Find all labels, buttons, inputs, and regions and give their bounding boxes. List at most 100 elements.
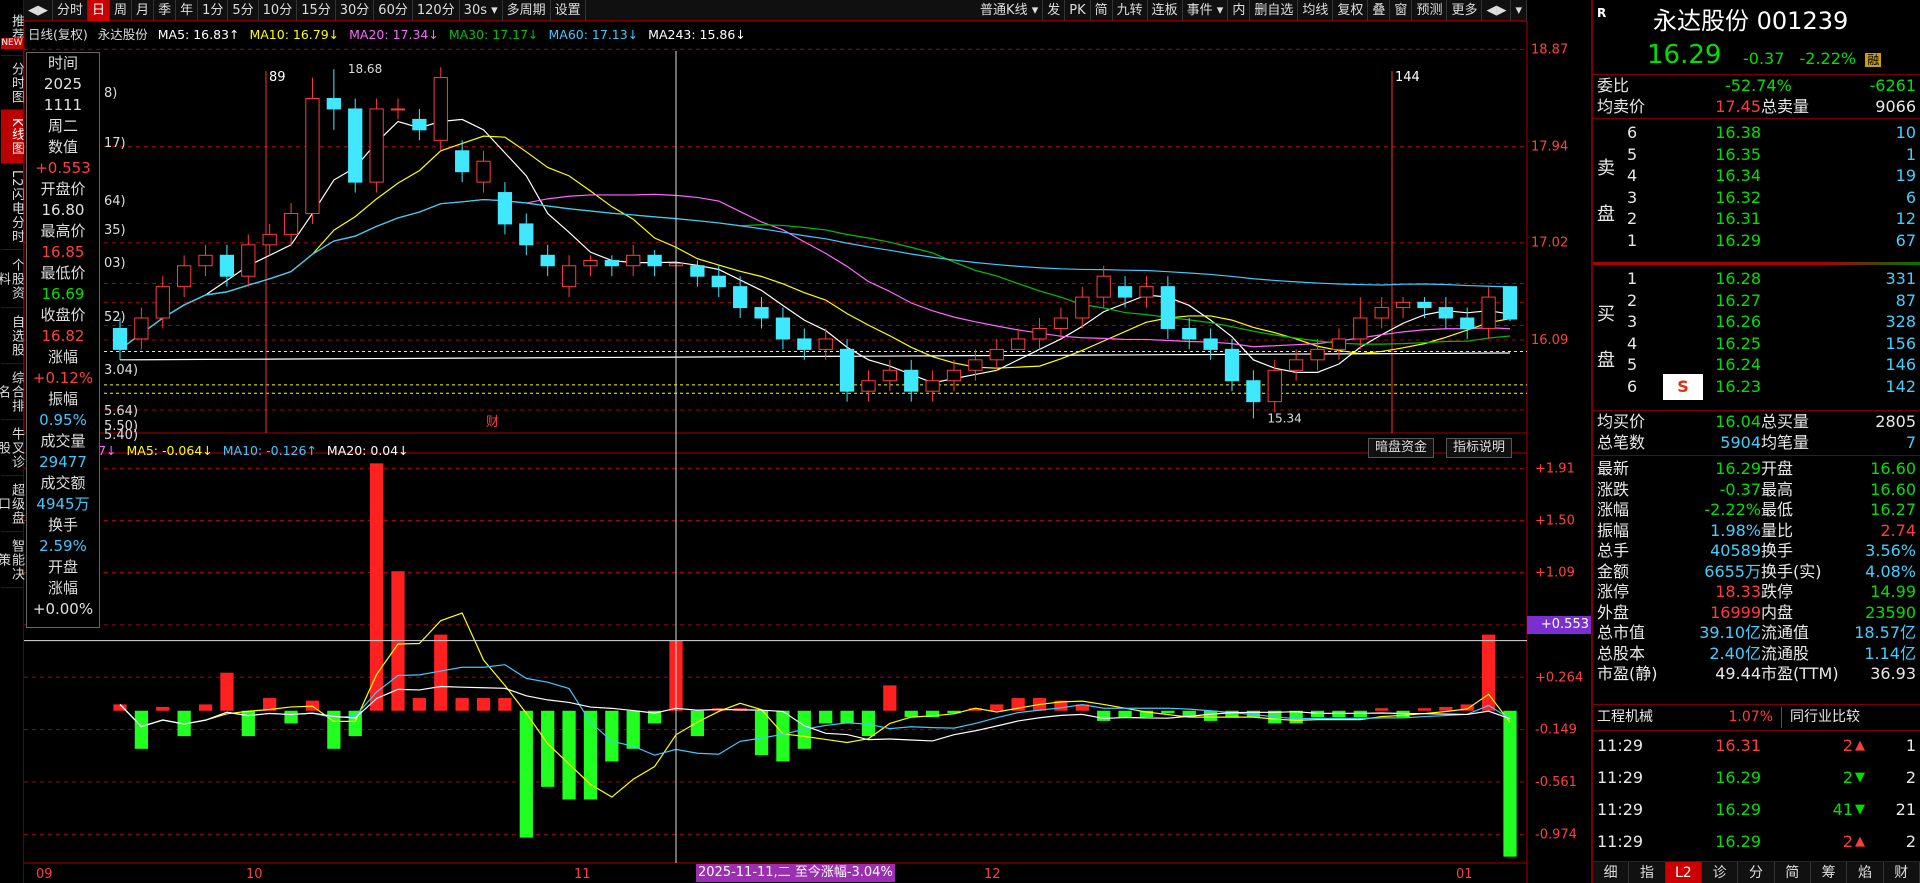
candle[interactable] bbox=[497, 182, 513, 235]
flow-bar[interactable] bbox=[904, 710, 918, 718]
candle[interactable] bbox=[583, 255, 598, 277]
candle[interactable] bbox=[647, 250, 662, 277]
bottom-tab-6[interactable]: 筹 bbox=[1811, 862, 1848, 883]
candle[interactable] bbox=[1011, 328, 1026, 350]
candle[interactable] bbox=[626, 244, 641, 277]
candle[interactable] bbox=[561, 255, 577, 298]
flow-bar[interactable] bbox=[990, 704, 1004, 711]
flow-bar[interactable] bbox=[776, 710, 790, 762]
candle[interactable] bbox=[390, 98, 406, 120]
flow-bar[interactable] bbox=[156, 706, 170, 711]
candle[interactable] bbox=[1032, 318, 1047, 350]
candle[interactable] bbox=[754, 297, 769, 329]
candle[interactable] bbox=[925, 370, 940, 402]
candle[interactable] bbox=[348, 98, 363, 193]
flow-bar[interactable] bbox=[883, 685, 897, 711]
period-tab-8[interactable]: 5分 bbox=[228, 0, 259, 21]
flow-bar[interactable] bbox=[819, 710, 833, 724]
candle[interactable] bbox=[1224, 338, 1240, 392]
flow-bar[interactable] bbox=[498, 698, 512, 711]
tool-btn-3[interactable]: 简 bbox=[1091, 0, 1113, 21]
period-tab-12[interactable]: 60分 bbox=[374, 0, 413, 21]
flow-bar[interactable] bbox=[1503, 710, 1517, 857]
tool-btn-0[interactable]: 普通K线 ▾ bbox=[976, 0, 1044, 21]
tool-btn-8[interactable]: 删自选 bbox=[1250, 0, 1299, 21]
candle[interactable] bbox=[989, 338, 1004, 371]
tool-btn-14[interactable]: 更多 bbox=[1447, 0, 1483, 21]
candle[interactable] bbox=[305, 77, 320, 224]
candle[interactable] bbox=[1374, 297, 1389, 329]
tool-btn-5[interactable]: 连板 bbox=[1148, 0, 1183, 21]
candle[interactable] bbox=[412, 108, 427, 141]
period-tab-9[interactable]: 10分 bbox=[259, 0, 298, 21]
period-tab-0[interactable]: ◀▶ bbox=[24, 0, 53, 21]
flow-bar[interactable] bbox=[1118, 710, 1132, 718]
flow-bar[interactable] bbox=[519, 710, 533, 838]
candle[interactable] bbox=[839, 338, 855, 402]
candle[interactable] bbox=[1438, 297, 1453, 329]
candle[interactable] bbox=[1246, 370, 1261, 419]
candle[interactable] bbox=[134, 307, 149, 350]
tool-btn-11[interactable]: 叠 bbox=[1368, 0, 1391, 21]
tool-btn-10[interactable]: 复权 bbox=[1333, 0, 1369, 21]
bottom-tab-2[interactable]: L2 bbox=[1665, 862, 1702, 883]
candle[interactable] bbox=[946, 359, 962, 392]
candle[interactable] bbox=[1053, 307, 1069, 339]
candle[interactable] bbox=[797, 328, 812, 360]
candle[interactable] bbox=[262, 223, 277, 256]
indicator-help-button[interactable]: 指标说明 bbox=[1446, 438, 1513, 458]
candle[interactable] bbox=[711, 265, 726, 298]
candle[interactable] bbox=[198, 244, 213, 277]
period-tab-16[interactable]: 设置 bbox=[551, 0, 586, 21]
candle[interactable] bbox=[1481, 286, 1496, 339]
candle[interactable] bbox=[241, 234, 256, 287]
bottom-tab-1[interactable]: 指 bbox=[1629, 862, 1666, 883]
bottom-tab-7[interactable]: 焰 bbox=[1847, 862, 1884, 883]
flow-bar[interactable] bbox=[840, 710, 854, 724]
flow-bar[interactable] bbox=[434, 634, 448, 711]
sogou-icon[interactable]: S bbox=[1663, 374, 1703, 400]
bottom-tab-4[interactable]: 分 bbox=[1738, 862, 1775, 883]
flow-bar[interactable] bbox=[1097, 710, 1111, 721]
candle[interactable] bbox=[775, 307, 791, 350]
period-tab-3[interactable]: 周 bbox=[110, 0, 133, 21]
candle[interactable] bbox=[433, 67, 448, 151]
candle[interactable] bbox=[519, 213, 534, 256]
bottom-tab-0[interactable]: 细 bbox=[1593, 862, 1630, 883]
candle[interactable] bbox=[968, 349, 983, 381]
tool-btn-16[interactable]: ▾ bbox=[1511, 0, 1527, 21]
period-tab-7[interactable]: 1分 bbox=[198, 0, 229, 21]
candle[interactable] bbox=[369, 98, 384, 193]
tool-btn-6[interactable]: 事件 ▾ bbox=[1183, 0, 1229, 21]
flow-bar[interactable] bbox=[220, 672, 234, 711]
candle[interactable] bbox=[904, 359, 919, 402]
flow-bar[interactable] bbox=[562, 710, 576, 800]
candle[interactable] bbox=[1417, 297, 1432, 319]
candle[interactable] bbox=[177, 255, 192, 298]
tool-btn-4[interactable]: 九转 bbox=[1113, 0, 1148, 21]
bottom-tab-5[interactable]: 简 bbox=[1775, 862, 1811, 883]
period-tab-5[interactable]: 季 bbox=[154, 0, 177, 21]
flow-bar[interactable] bbox=[690, 710, 705, 737]
candle[interactable] bbox=[1096, 265, 1111, 308]
flow-bar[interactable] bbox=[198, 704, 213, 711]
period-tab-15[interactable]: 多周期 bbox=[503, 0, 551, 21]
industry-compare-button[interactable]: 同行业比较 bbox=[1781, 707, 1901, 728]
period-tab-2[interactable]: 日 bbox=[88, 0, 111, 21]
candle[interactable] bbox=[861, 370, 876, 402]
tool-btn-7[interactable]: 内 bbox=[1228, 0, 1251, 21]
candle[interactable] bbox=[1075, 286, 1090, 329]
tool-btn-1[interactable]: 发 bbox=[1043, 0, 1066, 21]
bottom-tab-8[interactable]: 财 bbox=[1884, 862, 1920, 883]
tool-btn-12[interactable]: 窗 bbox=[1390, 0, 1413, 21]
dark-fund-button[interactable]: 暗盘资金 bbox=[1368, 438, 1435, 458]
flow-bar[interactable] bbox=[1439, 706, 1453, 711]
flow-bar[interactable] bbox=[605, 710, 619, 762]
period-tab-4[interactable]: 月 bbox=[132, 0, 155, 21]
flow-bar[interactable] bbox=[1353, 710, 1367, 718]
flow-bar[interactable] bbox=[134, 710, 149, 749]
candle[interactable] bbox=[1139, 276, 1154, 308]
period-tab-14[interactable]: 30s ▾ bbox=[460, 0, 503, 21]
tool-btn-15[interactable]: ◀▶ bbox=[1482, 0, 1512, 21]
period-tab-6[interactable]: 年 bbox=[176, 0, 199, 21]
